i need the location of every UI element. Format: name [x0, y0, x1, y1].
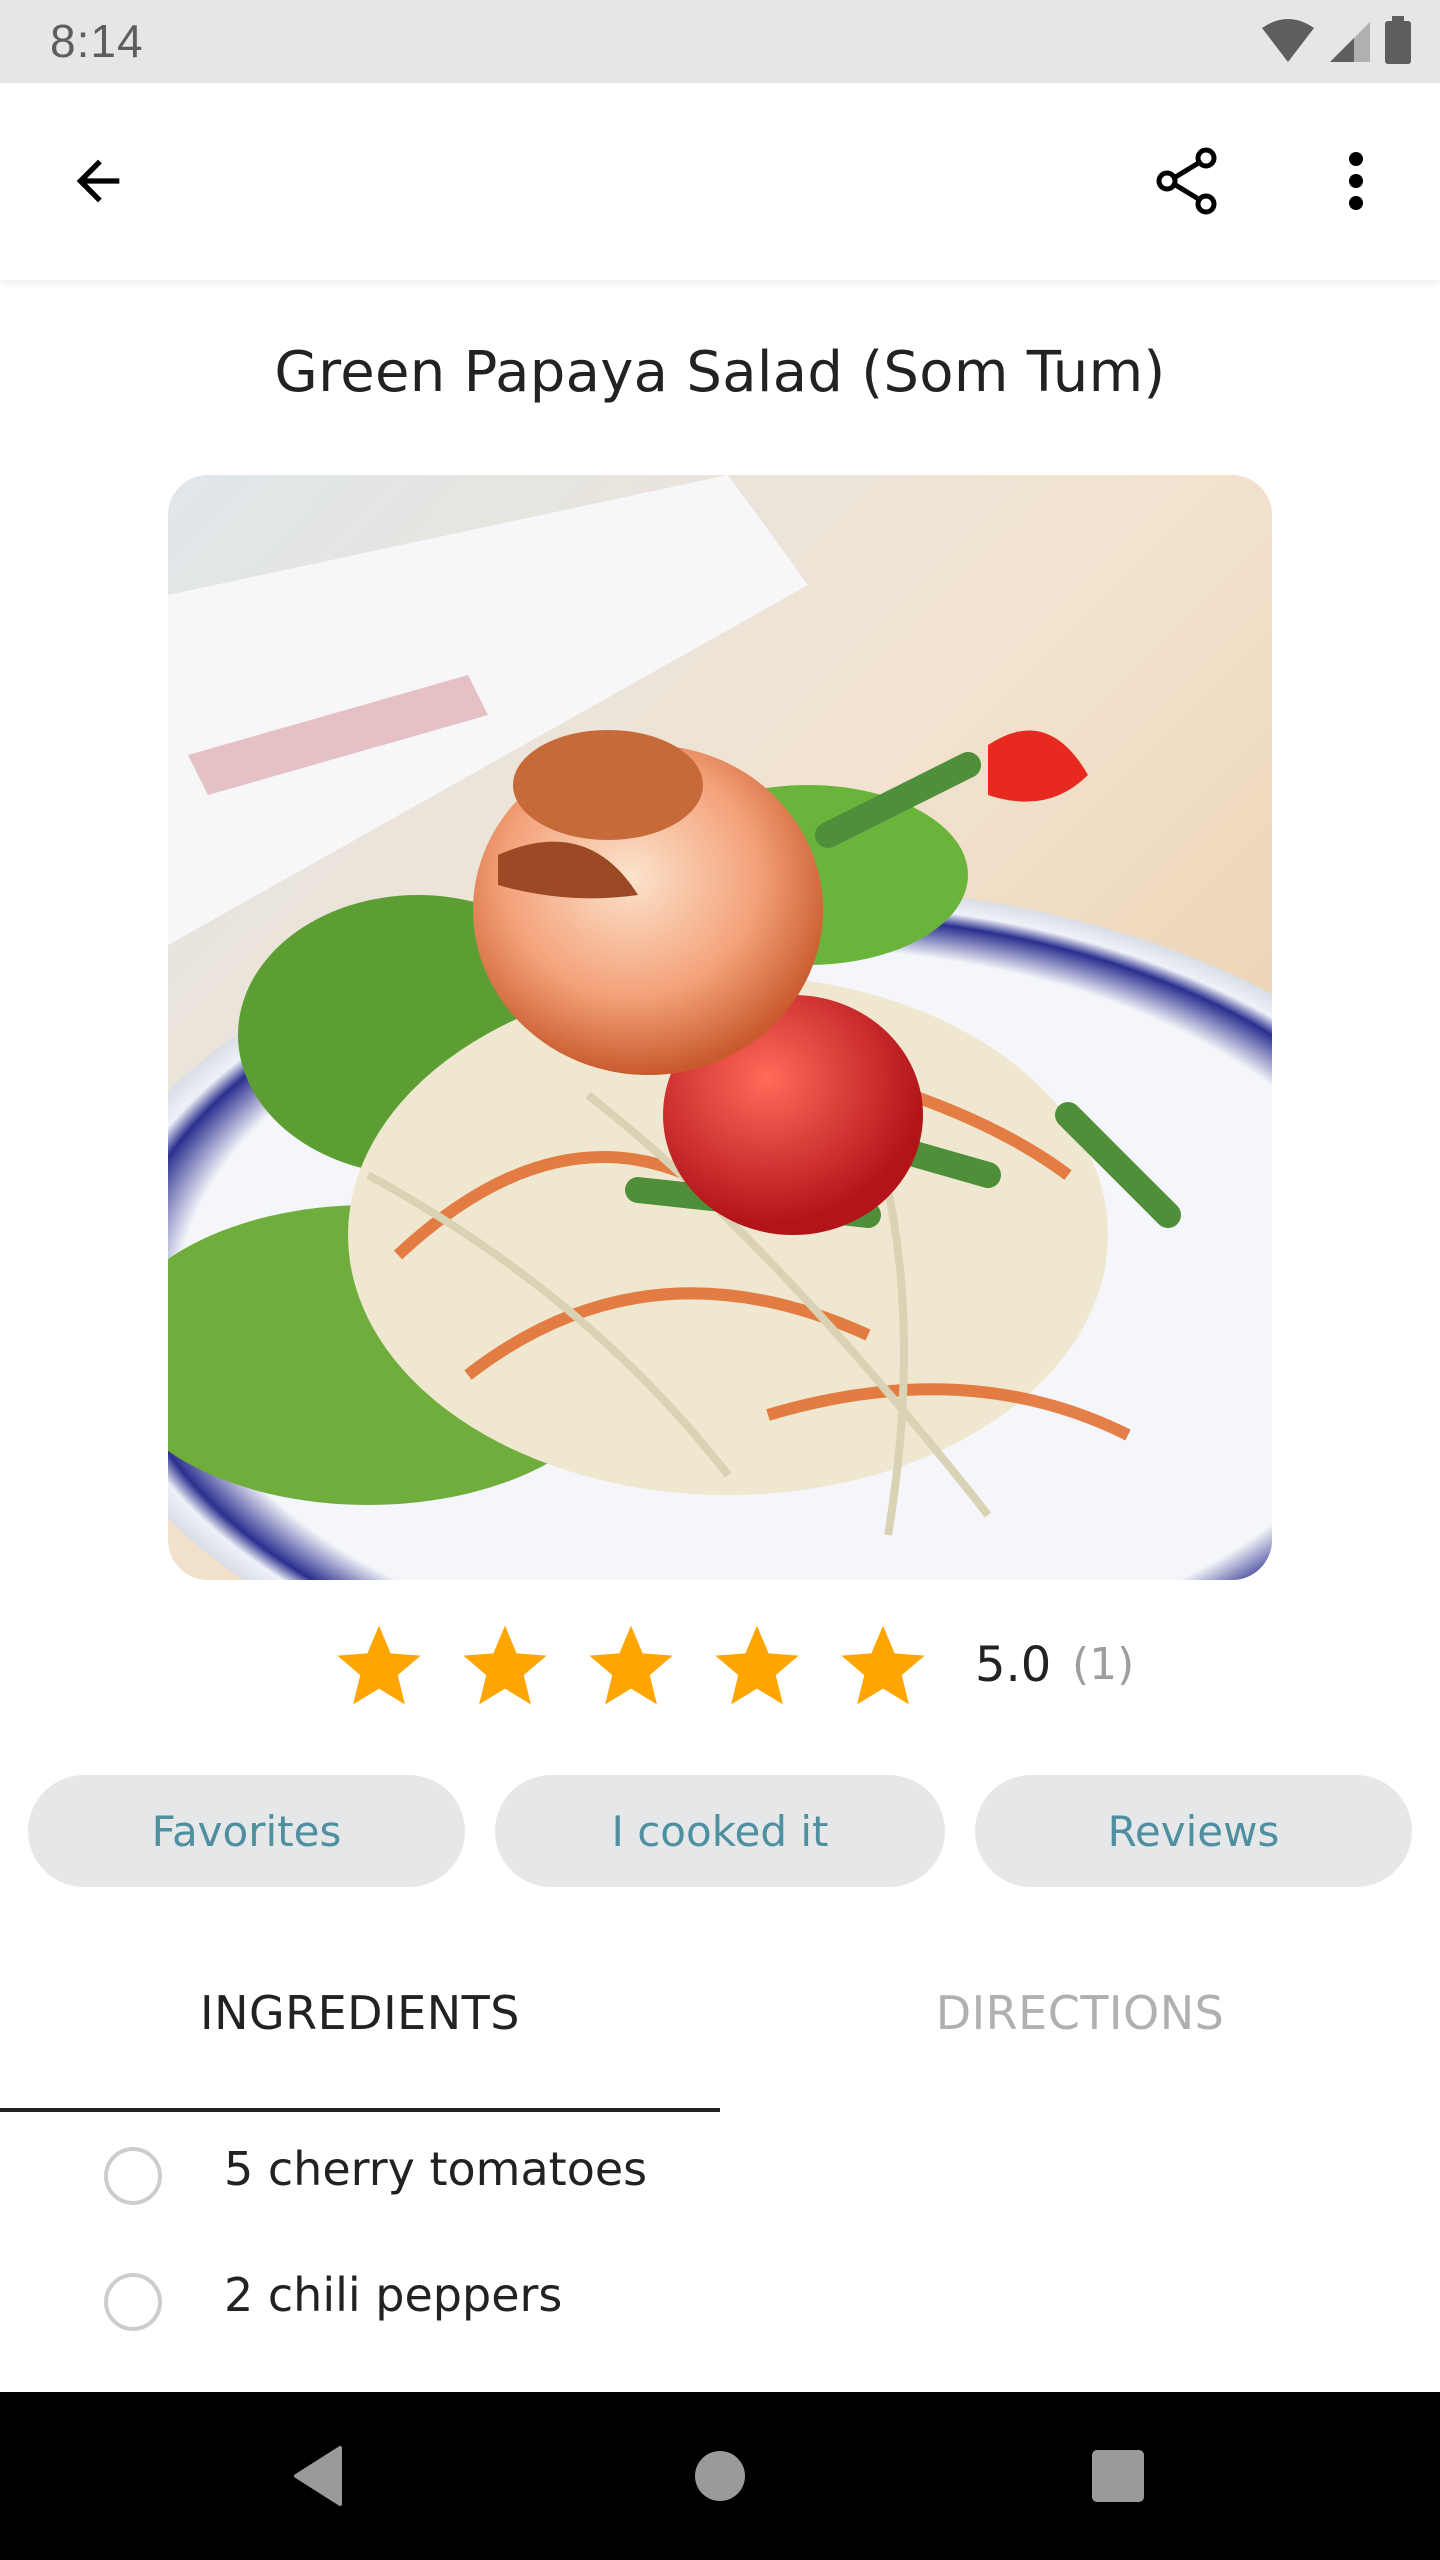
more-vert-icon: [1349, 152, 1363, 210]
nav-home-button[interactable]: [670, 2426, 770, 2526]
rating-count: (1): [1072, 1639, 1135, 1690]
back-button[interactable]: [46, 129, 150, 233]
ingredient-label: 2 chili peppers: [224, 2268, 563, 2322]
reviews-button[interactable]: Reviews: [975, 1775, 1412, 1887]
i-cooked-it-button[interactable]: I cooked it: [495, 1775, 945, 1887]
rating-value: 5.0: [975, 1637, 1052, 1693]
active-tab-indicator: [0, 2108, 720, 2112]
more-options-button[interactable]: [1304, 129, 1408, 233]
system-nav-bar: [0, 2392, 1440, 2560]
signal-icon: [1330, 22, 1370, 62]
battery-icon: [1385, 16, 1411, 64]
nav-recents-icon: [1092, 2450, 1144, 2502]
tab-ingredients[interactable]: INGREDIENTS: [0, 1960, 720, 2108]
status-icons: [1260, 16, 1412, 64]
status-bar: 8:14: [0, 0, 1440, 83]
wifi-icon: [1262, 19, 1314, 62]
recipe-tabs: INGREDIENTS DIRECTIONS: [0, 1960, 1440, 2113]
recipe-photo-illustration: [168, 475, 1272, 1580]
tab-directions[interactable]: DIRECTIONS: [720, 1960, 1440, 2108]
share-icon: [1156, 147, 1217, 215]
recipe-title: Green Papaya Salad (Som Tum): [274, 340, 1166, 405]
star-icon: [337, 1625, 421, 1705]
star-icon: [463, 1625, 547, 1705]
ingredient-item[interactable]: 2 chili peppers: [0, 2240, 1440, 2360]
ingredient-checkbox[interactable]: [104, 2273, 162, 2331]
star-icon: [589, 1625, 673, 1705]
status-time: 8:14: [50, 15, 144, 67]
rating-row: 5.0 (1): [0, 1615, 1440, 1715]
share-button[interactable]: [1136, 129, 1240, 233]
app-bar: [0, 83, 1440, 280]
ingredient-item[interactable]: 5 cherry tomatoes: [0, 2114, 1440, 2234]
ingredient-label: 5 cherry tomatoes: [224, 2142, 648, 2196]
arrow-back-icon: [76, 159, 120, 203]
nav-back-button[interactable]: [268, 2426, 368, 2526]
nav-home-icon: [695, 2451, 745, 2501]
nav-back-icon: [294, 2446, 342, 2506]
nav-recents-button[interactable]: [1068, 2426, 1168, 2526]
star-icon: [715, 1625, 799, 1705]
star-icon: [841, 1625, 925, 1705]
ingredient-checkbox[interactable]: [104, 2147, 162, 2205]
favorites-button[interactable]: Favorites: [28, 1775, 465, 1887]
recipe-photo[interactable]: [168, 475, 1272, 1580]
